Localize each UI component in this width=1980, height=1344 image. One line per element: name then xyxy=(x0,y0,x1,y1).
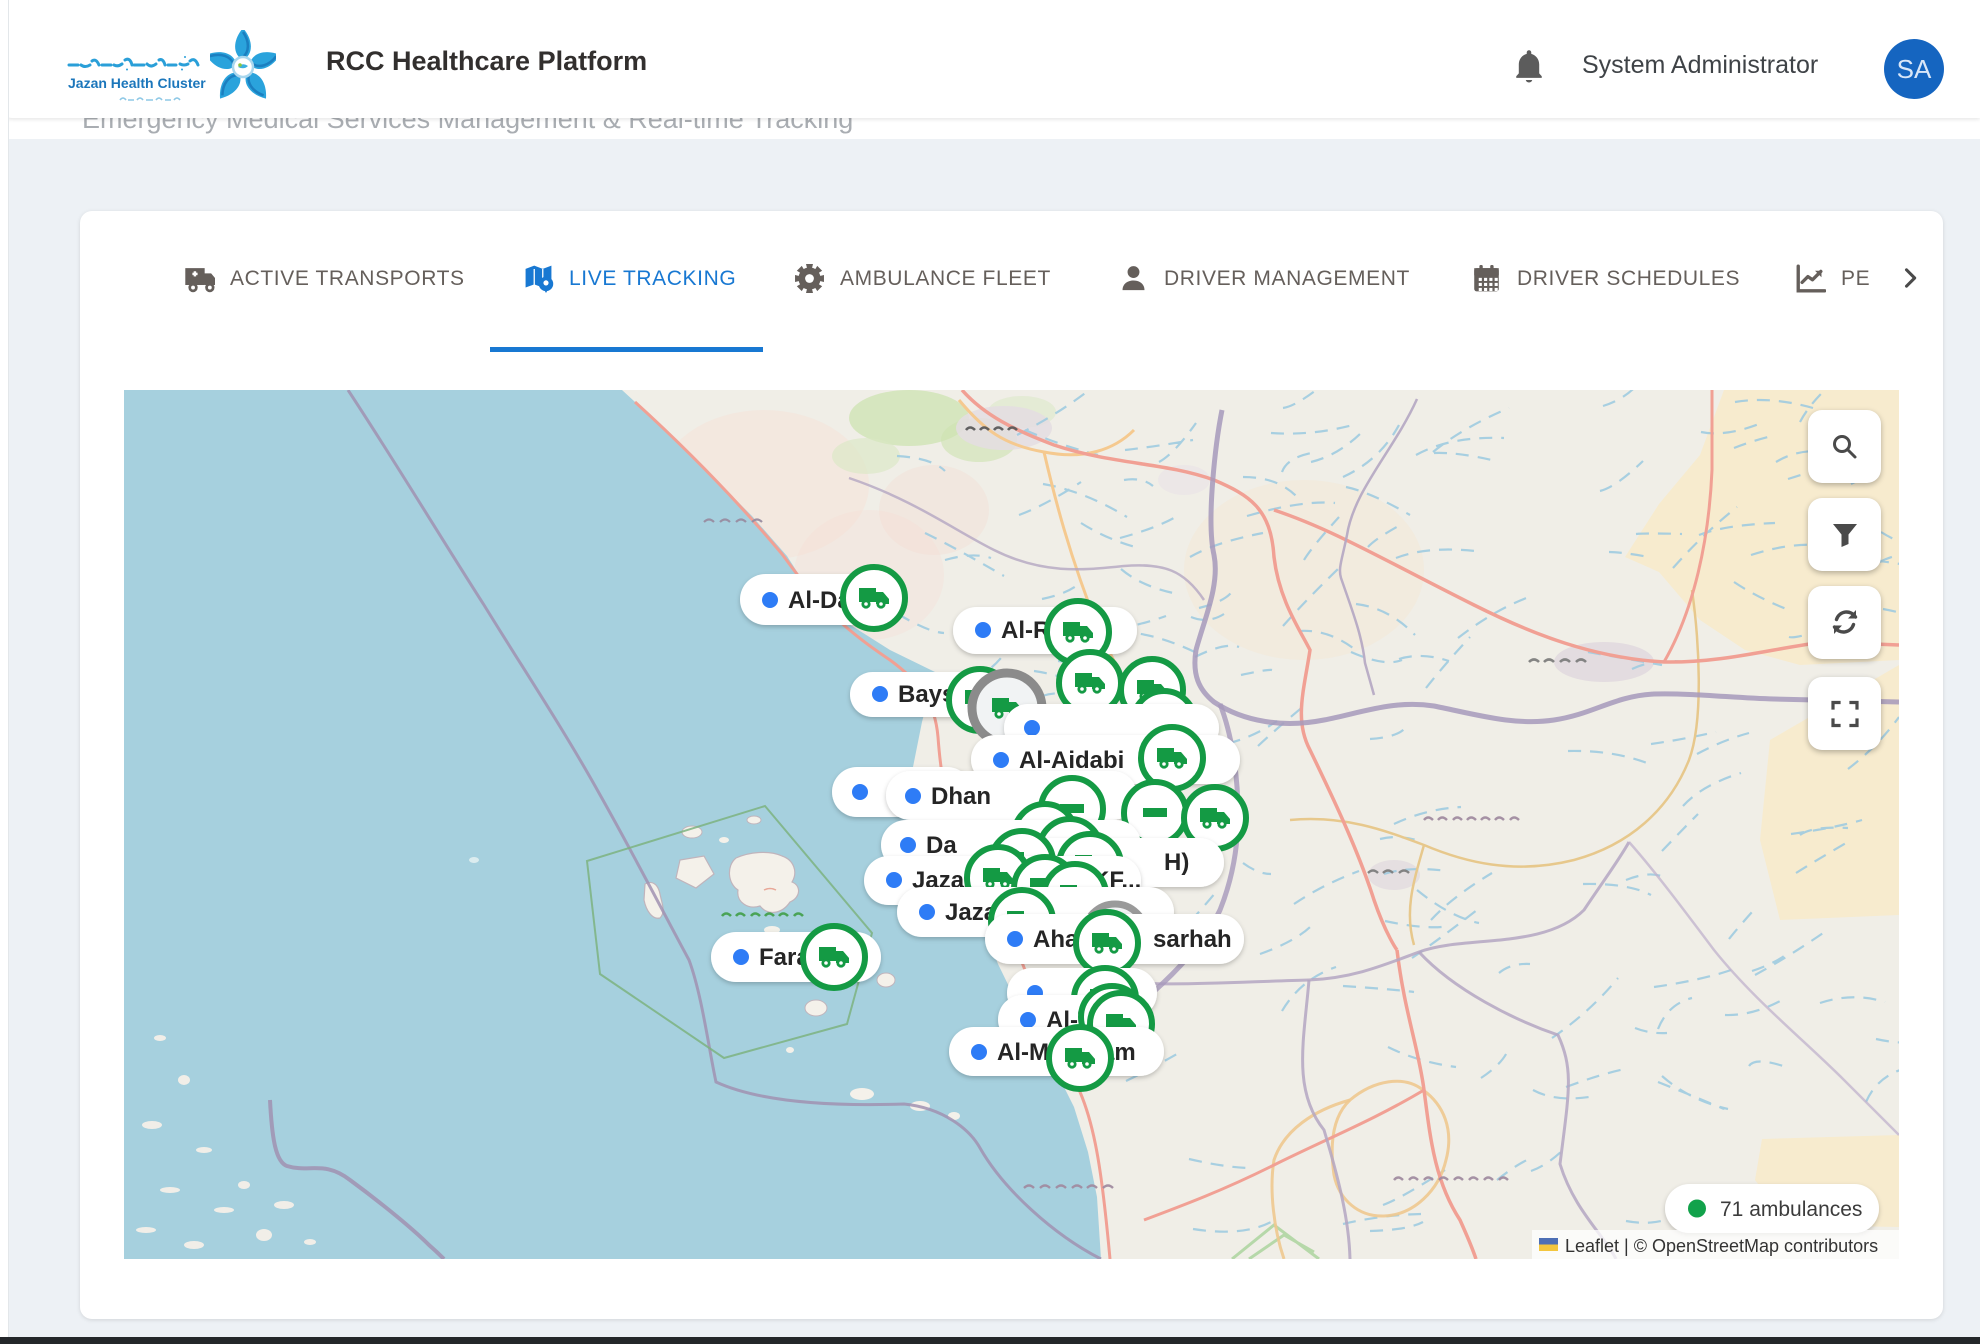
svg-text:Dhan: Dhan xyxy=(931,783,991,810)
svg-text:sarhah: sarhah xyxy=(1153,926,1232,953)
svg-text:Al-Aidabi: Al-Aidabi xyxy=(1019,747,1124,774)
svg-text:Da: Da xyxy=(926,832,957,859)
svg-text:71 ambulances: 71 ambulances xyxy=(1720,1198,1862,1221)
svg-text:H): H) xyxy=(1164,849,1189,876)
svg-text:Leaflet | © OpenStreetMap cont: Leaflet | © OpenStreetMap contributors xyxy=(1565,1236,1878,1256)
svg-text:Al-M: Al-M xyxy=(997,1039,1049,1066)
